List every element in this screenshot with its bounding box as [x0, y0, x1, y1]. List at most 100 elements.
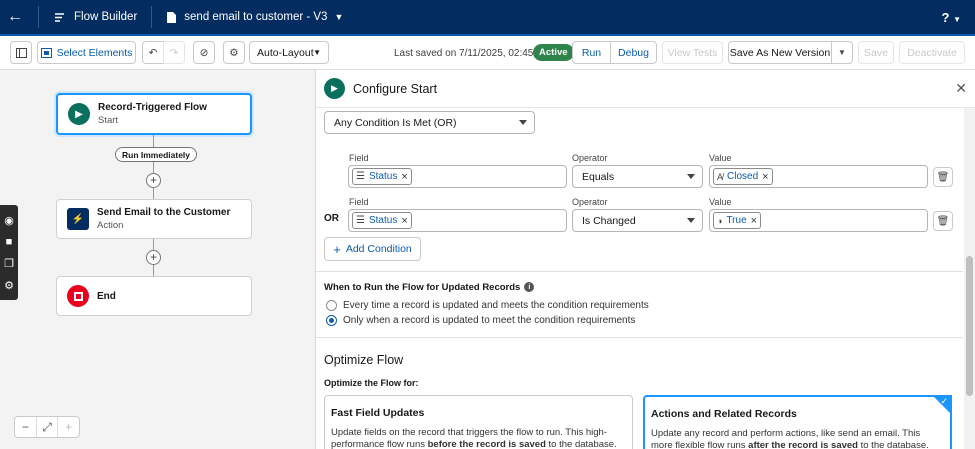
- operator-label: Operator: [572, 153, 608, 163]
- operator-select[interactable]: Equals: [572, 165, 703, 188]
- errors-button[interactable]: ⊘: [193, 41, 215, 64]
- field-token-label: Status: [368, 215, 398, 226]
- start-node-title: Record-Triggered Flow: [98, 102, 207, 113]
- value-token: A̸ Closed ×: [713, 168, 773, 185]
- video-icon[interactable]: ■: [6, 236, 13, 248]
- chevron-down-icon: ▼: [334, 12, 344, 22]
- gear-icon: ⚙: [229, 46, 239, 59]
- flow-canvas[interactable]: ▶ Record-Triggered Flow Start Run Immedi…: [0, 70, 316, 449]
- copy-icon[interactable]: ❐: [4, 257, 14, 270]
- divider: [38, 6, 39, 28]
- field-label: Field: [349, 153, 369, 163]
- remove-token-icon[interactable]: ×: [401, 215, 407, 227]
- save-as-new-version-label: Save As New Version: [729, 46, 831, 59]
- last-saved-text: Last saved on 7/11/2025, 02:45 PM: [394, 48, 552, 59]
- fit-view-button[interactable]: ⤢: [37, 417, 59, 437]
- run-option-only-when[interactable]: Only when a record is updated to meet th…: [326, 315, 635, 326]
- close-icon[interactable]: ✕: [955, 80, 967, 97]
- list-icon: ☰: [356, 215, 365, 226]
- redo-icon: ↷: [169, 46, 179, 59]
- end-node-title: End: [97, 290, 116, 302]
- view-tests-button[interactable]: View Tests: [662, 41, 723, 64]
- zoom-in-button[interactable]: +: [58, 417, 79, 437]
- undo-icon: ↶: [148, 46, 158, 59]
- fast-field-updates-card[interactable]: Fast Field Updates Update fields on the …: [324, 395, 633, 449]
- divider: [151, 6, 153, 28]
- prohibit-icon: ⊘: [199, 46, 209, 59]
- deactivate-button[interactable]: Deactivate: [899, 41, 965, 64]
- operator-value: Is Changed: [582, 214, 636, 227]
- value-token-label: True: [726, 215, 747, 226]
- delete-condition-button[interactable]: 🗑: [933, 211, 953, 231]
- info-icon[interactable]: i: [524, 282, 535, 293]
- scrollbar-thumb[interactable]: [966, 256, 973, 396]
- remove-token-icon[interactable]: ×: [751, 215, 757, 227]
- action-node[interactable]: ⚡ Send Email to the Customer Action: [56, 199, 252, 239]
- layout-value: Auto-Layout: [257, 46, 314, 59]
- card-title: Actions and Related Records: [651, 408, 797, 420]
- toolbar: Select Elements ↶ ↷ ⊘ ⚙ Auto-Layout ▼ La…: [0, 36, 975, 70]
- add-element-button[interactable]: +: [146, 173, 161, 188]
- run-option-every-time[interactable]: Every time a record is updated and meets…: [326, 300, 649, 311]
- delete-condition-button[interactable]: 🗑: [933, 167, 953, 187]
- chevron-down-icon: [687, 218, 695, 223]
- remove-token-icon[interactable]: ×: [401, 171, 407, 183]
- chevron-down-icon: ▼: [313, 48, 321, 57]
- add-element-button[interactable]: +: [146, 250, 161, 265]
- debug-button[interactable]: Debug: [610, 41, 657, 64]
- run-button[interactable]: Run: [572, 41, 611, 64]
- layout-select[interactable]: Auto-Layout ▼: [249, 41, 329, 64]
- chevron-down-icon: ▼: [838, 48, 846, 57]
- run-immediately-pill: Run Immediately: [115, 147, 198, 162]
- save-button[interactable]: Save: [858, 41, 894, 64]
- select-elements-button[interactable]: Select Elements: [37, 41, 136, 64]
- remove-token-icon[interactable]: ×: [762, 171, 768, 183]
- add-condition-button[interactable]: + Add Condition: [324, 237, 421, 261]
- flow-name-menu[interactable]: send email to customer - V3 ▼: [160, 11, 349, 24]
- settings-button[interactable]: ⚙: [223, 41, 245, 64]
- help-menu[interactable]: ? ▼: [942, 10, 962, 25]
- check-icon: ✓: [940, 396, 948, 406]
- add-condition-label: Add Condition: [345, 243, 412, 255]
- action-node-subtitle: Action: [97, 220, 124, 231]
- card-desc-bold: before the record is saved: [427, 439, 546, 449]
- action-node-title: Send Email to the Customer: [97, 207, 231, 218]
- chevron-down-icon: [687, 174, 695, 179]
- gear-icon[interactable]: ⚙: [4, 279, 14, 292]
- field-input[interactable]: ☰ Status ×: [348, 209, 567, 232]
- condition-logic-value: Any Condition Is Met (OR): [334, 116, 457, 129]
- actions-related-records-card[interactable]: ✓ Actions and Related Records Update any…: [643, 395, 952, 449]
- field-token: ☰ Status ×: [352, 168, 412, 185]
- redo-button[interactable]: ↷: [163, 41, 185, 64]
- condition-logic-select[interactable]: Any Condition Is Met (OR): [324, 111, 535, 134]
- section-divider: [316, 337, 963, 338]
- start-node[interactable]: ▶ Record-Triggered Flow Start: [56, 93, 252, 135]
- play-icon: ▶: [324, 78, 345, 99]
- back-arrow-icon[interactable]: ←: [0, 8, 30, 26]
- zoom-out-button[interactable]: −: [15, 417, 37, 437]
- trash-icon: 🗑: [936, 171, 950, 183]
- save-as-new-version-button[interactable]: Save As New Version: [728, 41, 832, 64]
- panel-title: Configure Start: [353, 81, 438, 96]
- undo-button[interactable]: ↶: [142, 41, 164, 64]
- field-token-label: Status: [368, 171, 398, 182]
- select-icon: [40, 47, 52, 58]
- end-node[interactable]: End: [56, 276, 252, 316]
- card-desc-bold: after the record is saved: [748, 440, 858, 449]
- operator-value: Equals: [582, 170, 615, 183]
- operator-select[interactable]: Is Changed: [572, 209, 703, 232]
- camera-icon[interactable]: ◉: [4, 214, 14, 227]
- value-input[interactable]: ◑ True ×: [709, 209, 928, 232]
- field-input[interactable]: ☰ Status ×: [348, 165, 567, 188]
- when-to-run-heading: When to Run the Flow for Updated Records…: [324, 282, 535, 293]
- radio-button-selected[interactable]: [326, 315, 337, 326]
- toggle-panel-button[interactable]: [10, 41, 32, 64]
- save-menu-button[interactable]: ▼: [831, 41, 853, 64]
- field-token: ☰ Status ×: [352, 212, 412, 229]
- radio-button[interactable]: [326, 300, 337, 311]
- run-label: Run: [581, 46, 602, 59]
- value-input[interactable]: A̸ Closed ×: [709, 165, 928, 188]
- chevron-down-icon: [519, 120, 527, 125]
- app-name: Flow Builder: [74, 11, 138, 23]
- optimize-for-label: Optimize the Flow for:: [324, 378, 419, 388]
